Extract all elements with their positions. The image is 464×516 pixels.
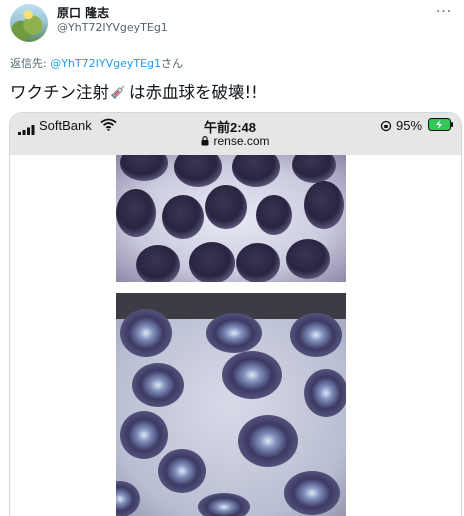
tweet-text: ワクチン注射 は赤血球を破壊!! [10,79,258,104]
reply-suffix: さん [161,57,184,70]
blood-cells-photo-bottom [116,293,346,516]
tweet-media-image[interactable]: SoftBank 午前2:48 95% rense.com [9,112,462,516]
author-display-name[interactable]: 原口 隆志 [57,4,109,21]
tweet-text-before: ワクチン注射 [10,83,109,102]
reply-mention-link[interactable]: @YhT72IYVgeyTEg1 [50,57,161,70]
phone-status-bar: SoftBank 午前2:48 95% rense.com [10,113,461,155]
blood-cells-photo-top [116,155,346,282]
more-options-button[interactable]: ··· [432,3,456,21]
author-handle[interactable]: @YhT72IYVgeyTEg1 [57,21,168,34]
more-dots-icon: ··· [435,4,453,20]
address-url: rense.com [213,134,270,148]
carrier-name: SoftBank [39,118,92,133]
reply-context: 返信先: @YhT72IYVgeyTEg1さん [10,55,183,71]
reply-prefix: 返信先: [10,57,51,70]
tweet-text-after: は赤血球を破壊!! [129,83,258,102]
address-bar: rense.com [10,134,461,149]
avatar[interactable] [10,4,48,42]
tweet-header: 原口 隆志 @YhT72IYVgeyTEg1 ··· [0,0,464,48]
lock-icon [201,135,209,149]
battery-percent: 95% [396,118,423,133]
syringe-icon [110,82,128,104]
